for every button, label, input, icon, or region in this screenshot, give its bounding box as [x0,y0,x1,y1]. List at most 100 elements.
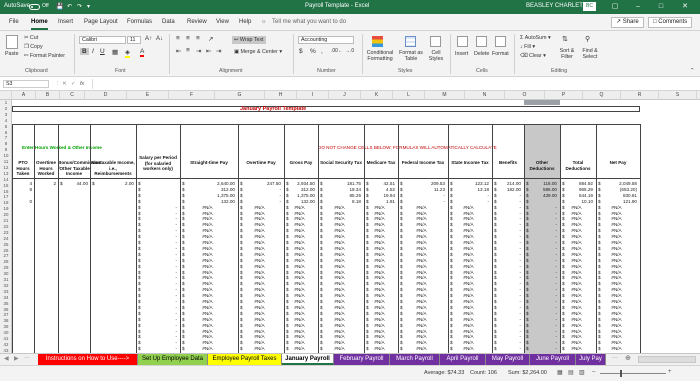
na-formula-cell[interactable]: #N/A [596,240,637,245]
salary-dash[interactable]: - [136,258,177,263]
med-cell[interactable]: 19.94 [364,193,396,198]
na-formula-cell[interactable]: #N/A [560,293,593,298]
scroll-tabs-left-icon[interactable]: ◀ [4,355,9,362]
column-header[interactable]: I [297,91,329,100]
empty-value-cell[interactable]: - [524,246,557,251]
na-formula-cell[interactable]: #N/A [318,216,361,221]
empty-value-cell[interactable]: - [524,270,557,275]
row-header[interactable]: 9 [0,147,12,152]
collapse-ribbon-icon[interactable]: ⌃ [690,68,694,74]
na-formula-cell[interactable]: #N/A [284,334,315,339]
page-layout-view-icon[interactable]: ▤ [568,369,574,376]
na-formula-cell[interactable]: #N/A [180,264,235,269]
column-header[interactable]: L [393,91,425,100]
tab-data[interactable]: Data [162,19,175,25]
na-formula-cell[interactable]: #N/A [560,340,593,345]
salary-dash[interactable]: - [136,234,177,239]
na-formula-cell[interactable]: #N/A [398,216,445,221]
na-formula-cell[interactable]: #N/A [596,246,637,251]
na-formula-cell[interactable]: #N/A [238,305,281,310]
other-cell[interactable]: 118.00 [524,181,557,186]
tab-review[interactable]: Review [187,19,207,25]
na-formula-cell[interactable]: #N/A [448,323,489,328]
empty-value-cell[interactable]: - [524,299,557,304]
na-formula-cell[interactable]: #N/A [560,287,593,292]
row-header[interactable]: 23 [0,230,12,235]
row-header[interactable]: 39 [0,324,12,329]
na-formula-cell[interactable]: #N/A [238,246,281,251]
scroll-tabs-right-icon[interactable]: ▶ [14,355,19,362]
empty-value-cell[interactable]: - [524,329,557,334]
column-header[interactable]: E [127,91,169,100]
sheet-tab[interactable]: March Payroll [390,354,440,365]
na-formula-cell[interactable]: #N/A [596,311,637,316]
na-formula-cell[interactable]: #N/A [364,216,395,221]
empty-value-cell[interactable]: - [524,323,557,328]
na-formula-cell[interactable]: #N/A [284,234,315,239]
na-formula-cell[interactable]: #N/A [238,222,281,227]
new-sheet-icon[interactable]: ⊕ [625,354,631,362]
na-formula-cell[interactable]: #N/A [596,287,637,292]
na-formula-cell[interactable]: #N/A [318,275,361,280]
na-formula-cell[interactable]: #N/A [180,329,235,334]
redo-icon[interactable]: ↷ [77,3,82,10]
row-header[interactable]: 36 [0,307,12,312]
tell-me-input[interactable]: Tell me what you want to do [272,19,346,25]
na-formula-cell[interactable]: #N/A [364,270,395,275]
normal-view-icon[interactable]: ▦ [557,369,563,376]
na-formula-cell[interactable]: #N/A [318,311,361,316]
na-formula-cell[interactable]: #N/A [180,258,235,263]
row-header[interactable]: 30 [0,271,12,276]
na-formula-cell[interactable]: #N/A [318,240,361,245]
na-formula-cell[interactable]: #N/A [560,240,593,245]
salary-dash[interactable]: - [136,211,177,216]
na-formula-cell[interactable]: #N/A [284,222,315,227]
na-formula-cell[interactable]: #N/A [284,281,315,286]
font-color-icon[interactable]: A [140,48,145,57]
empty-value-cell[interactable]: - [492,252,521,257]
top-align-icon[interactable]: ≡ [176,35,180,42]
na-formula-cell[interactable]: #N/A [560,311,593,316]
row-header[interactable]: 34 [0,295,12,300]
salary-dash[interactable]: - [136,293,177,298]
na-formula-cell[interactable]: #N/A [398,329,445,334]
empty-value-cell[interactable]: - [524,275,557,280]
fed-cell[interactable]: - [398,193,445,198]
empty-value-cell[interactable]: - [524,228,557,233]
na-formula-cell[interactable]: #N/A [596,299,637,304]
empty-value-cell[interactable]: - [524,281,557,286]
na-formula-cell[interactable]: #N/A [180,346,235,351]
na-formula-cell[interactable]: #N/A [180,281,235,286]
nontaxable-cell[interactable]: 2.00 [90,181,134,186]
column-header[interactable]: D [85,91,127,100]
empty-value-cell[interactable]: - [492,234,521,239]
empty-value-cell[interactable]: - [524,258,557,263]
empty-value-cell[interactable]: - [524,234,557,239]
decrease-decimal-icon[interactable]: →.0 [345,48,354,54]
na-formula-cell[interactable]: #N/A [448,275,489,280]
na-formula-cell[interactable]: #N/A [238,340,281,345]
sheet-tab[interactable]: Employee Payroll Taxes [208,354,282,365]
wrap-text-button[interactable]: ↩ Wrap Text [232,36,266,44]
na-formula-cell[interactable]: #N/A [364,205,395,210]
na-formula-cell[interactable]: #N/A [596,340,637,345]
empty-value-cell[interactable]: - [492,305,521,310]
empty-value-cell[interactable]: - [524,293,557,298]
na-formula-cell[interactable]: #N/A [448,311,489,316]
na-formula-cell[interactable]: #N/A [596,346,637,351]
confirm-entry-icon[interactable]: ✓ [71,81,75,87]
na-formula-cell[interactable]: #N/A [318,246,361,251]
na-formula-cell[interactable]: #N/A [284,205,315,210]
na-formula-cell[interactable]: #N/A [238,346,281,351]
sheet-tab[interactable]: February Payroll [334,354,390,365]
stp-cell[interactable]: 2,640.00 [180,181,235,186]
na-formula-cell[interactable]: #N/A [398,240,445,245]
salary-cell[interactable]: $ [138,187,141,192]
tab-insert[interactable]: Insert [58,19,73,25]
na-formula-cell[interactable]: #N/A [398,258,445,263]
na-formula-cell[interactable]: #N/A [560,305,593,310]
na-formula-cell[interactable]: #N/A [238,287,281,292]
na-formula-cell[interactable]: #N/A [448,205,489,210]
na-formula-cell[interactable]: #N/A [284,323,315,328]
na-formula-cell[interactable]: #N/A [398,305,445,310]
